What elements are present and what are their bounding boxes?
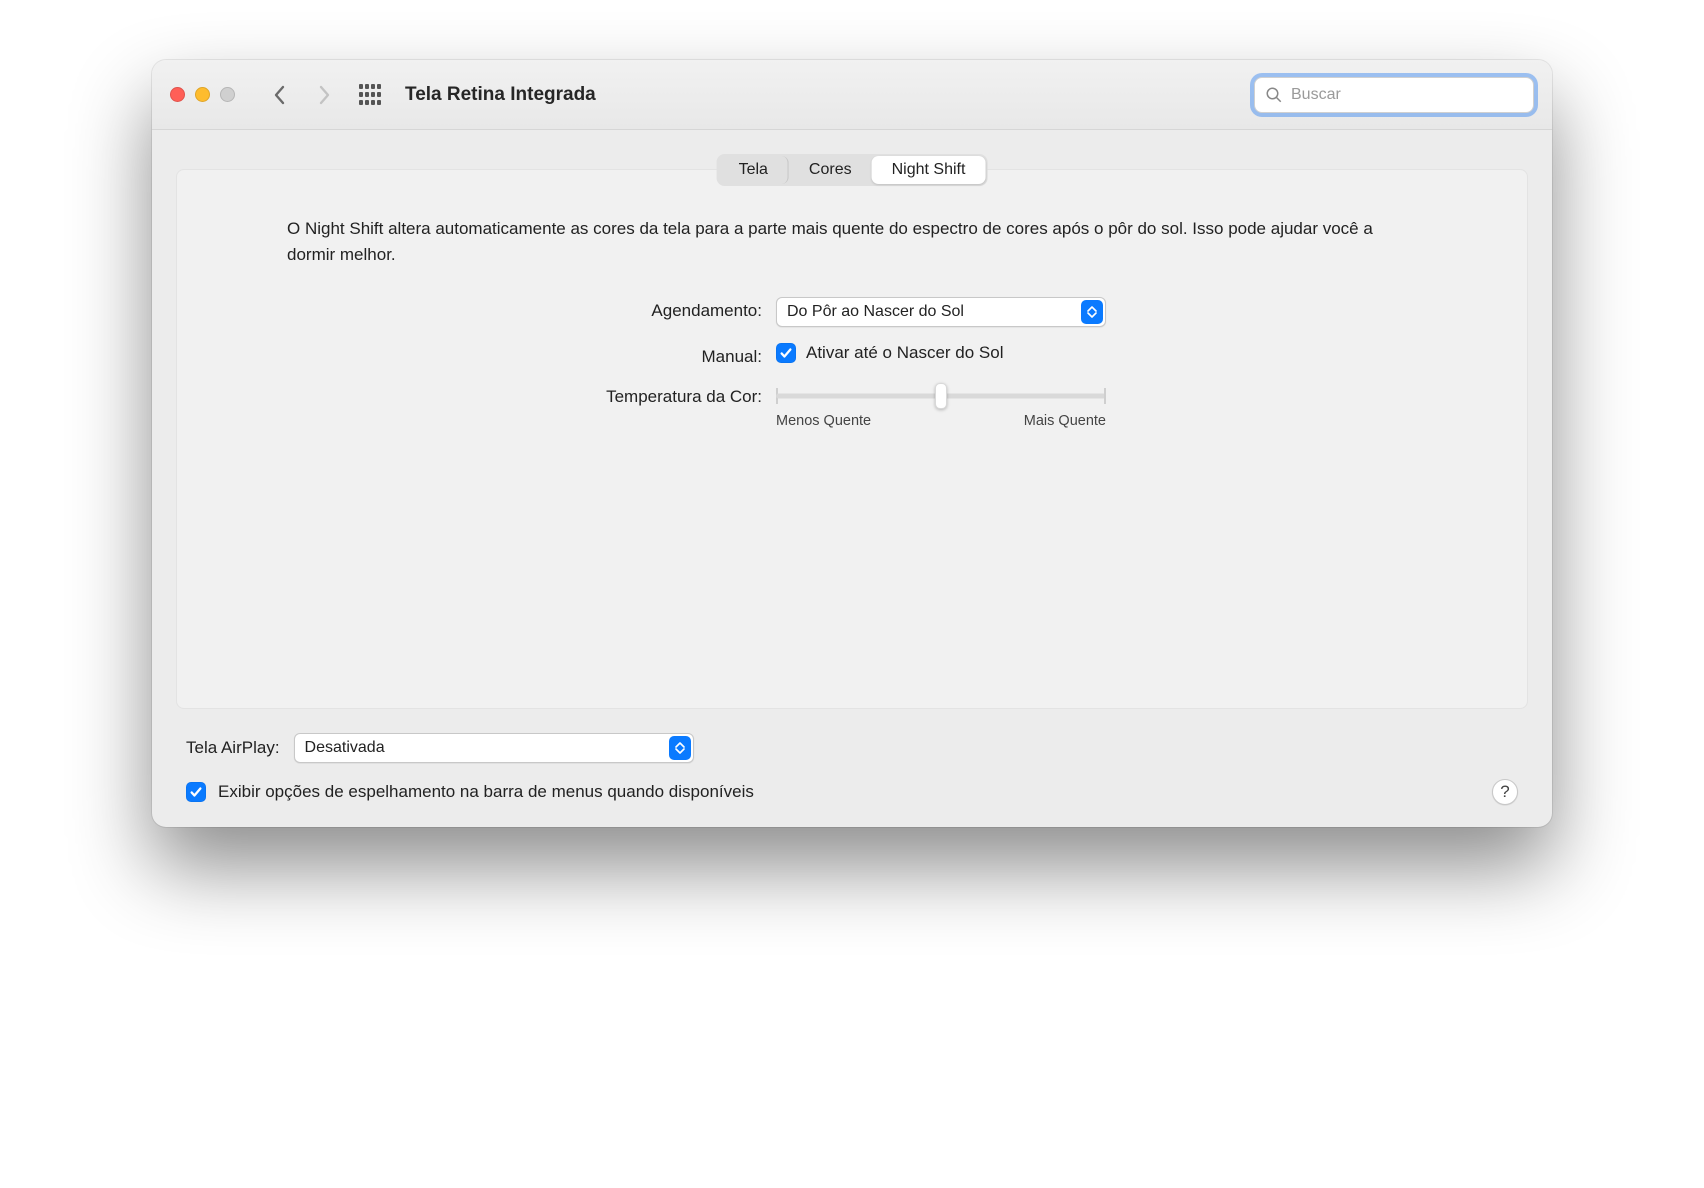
popup-stepper-icon [669, 736, 691, 760]
airplay-label: Tela AirPlay: [186, 738, 280, 758]
window-controls [170, 87, 235, 102]
preferences-window: Tela Retina Integrada Tela Cores Night S… [152, 60, 1552, 827]
airplay-popup[interactable]: Desativada [294, 733, 694, 763]
maximize-window-button [220, 87, 235, 102]
night-shift-panel: O Night Shift altera automaticamente as … [176, 169, 1528, 709]
search-field[interactable] [1254, 77, 1534, 113]
back-button[interactable] [263, 78, 297, 112]
forward-button [307, 78, 341, 112]
search-icon [1265, 86, 1283, 104]
bottom-controls: Tela AirPlay: Desativada Exibir opções d… [176, 733, 1528, 805]
schedule-label: Agendamento: [502, 297, 762, 321]
tabs: Tela Cores Night Shift [717, 154, 988, 186]
airplay-value: Desativada [305, 739, 385, 757]
tab-tela[interactable]: Tela [719, 156, 789, 184]
close-window-button[interactable] [170, 87, 185, 102]
manual-checkbox[interactable] [776, 343, 796, 363]
toolbar: Tela Retina Integrada [152, 60, 1552, 130]
manual-checkbox-label: Ativar até o Nascer do Sol [806, 343, 1003, 363]
help-button[interactable]: ? [1492, 779, 1518, 805]
mirror-options-checkbox[interactable] [186, 782, 206, 802]
manual-label: Manual: [502, 343, 762, 367]
mirror-options-label: Exibir opções de espelhamento na barra d… [218, 782, 754, 802]
help-icon: ? [1500, 782, 1509, 802]
slider-max-label: Mais Quente [1024, 413, 1106, 429]
minimize-window-button[interactable] [195, 87, 210, 102]
tab-cores[interactable]: Cores [789, 156, 872, 184]
tab-night-shift[interactable]: Night Shift [872, 156, 986, 184]
slider-tick-max [1104, 388, 1106, 404]
schedule-value: Do Pôr ao Nascer do Sol [787, 303, 964, 321]
search-input[interactable] [1291, 86, 1523, 104]
slider-min-label: Menos Quente [776, 413, 871, 429]
night-shift-description: O Night Shift altera automaticamente as … [287, 216, 1417, 269]
show-all-icon[interactable] [359, 84, 381, 106]
window-body: Tela Cores Night Shift O Night Shift alt… [152, 130, 1552, 827]
temperature-label: Temperatura da Cor: [502, 383, 762, 407]
color-temperature-slider[interactable] [776, 385, 1106, 407]
window-title: Tela Retina Integrada [405, 84, 596, 106]
popup-stepper-icon [1081, 300, 1103, 324]
schedule-popup[interactable]: Do Pôr ao Nascer do Sol [776, 297, 1106, 327]
slider-thumb[interactable] [935, 383, 947, 409]
